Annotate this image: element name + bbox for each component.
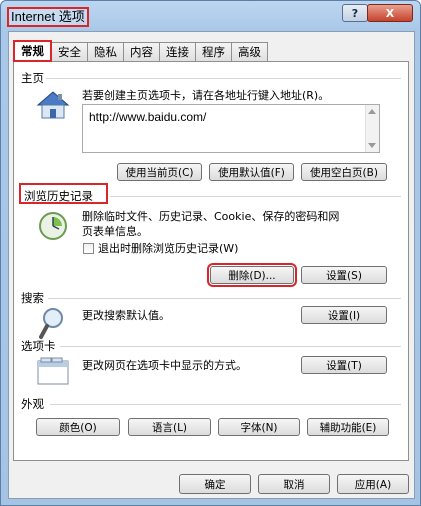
tab-security[interactable]: 安全 (51, 42, 88, 62)
languages-button[interactable]: 语言(L) (128, 418, 211, 436)
tab-privacy[interactable]: 隐私 (87, 42, 124, 62)
url-scrollbar[interactable] (365, 105, 379, 152)
tabs-description: 更改网页在选项卡中显示的方式。 (82, 359, 247, 372)
delete-on-exit-label: 退出时删除浏览历史记录(W) (98, 242, 239, 255)
dialog-client-area: 常规 安全 隐私 内容 连接 程序 高级 主页 若要创建主页选项卡，请在各地址行… (8, 31, 415, 499)
apply-button[interactable]: 应用(A) (337, 474, 409, 494)
history-clock-icon (36, 208, 70, 245)
history-divider (110, 196, 401, 197)
tabs-divider (60, 346, 401, 347)
search-divider (48, 298, 401, 299)
internet-options-window: Internet 选项 ? X 常规 安全 隐私 内容 连接 程序 高级 主页 (0, 0, 421, 506)
title-bar: Internet 选项 ? X (1, 1, 420, 31)
delete-on-exit-checkbox[interactable] (83, 243, 94, 254)
homepage-url-input[interactable]: http://www.baidu.com/ (82, 104, 380, 153)
scroll-up-icon[interactable] (368, 109, 376, 114)
tab-advanced[interactable]: 高级 (231, 42, 268, 62)
homepage-url-value: http://www.baidu.com/ (89, 110, 207, 124)
cancel-button[interactable]: 取消 (258, 474, 330, 494)
colors-button[interactable]: 颜色(O) (36, 418, 120, 436)
tab-content[interactable]: 内容 (123, 42, 160, 62)
history-description: 删除临时文件、历史记录、Cookie、保存的密码和网页表单信息。 (82, 210, 340, 238)
use-current-button[interactable]: 使用当前页(C) (117, 163, 202, 181)
homepage-divider (46, 78, 401, 79)
homepage-description: 若要创建主页选项卡，请在各地址行键入地址(R)。 (82, 89, 330, 102)
tab-strip: 常规 安全 隐私 内容 连接 程序 高级 (13, 40, 268, 62)
search-description: 更改搜索默认值。 (82, 309, 170, 322)
house-icon (36, 90, 70, 123)
history-section-title: 浏览历史记录 (24, 189, 93, 203)
delete-history-button[interactable]: 删除(D)... (207, 263, 297, 287)
appearance-divider (50, 404, 401, 405)
tab-programs[interactable]: 程序 (195, 42, 232, 62)
tabbed-window-icon (36, 356, 70, 389)
accessibility-button[interactable]: 辅助功能(E) (307, 418, 389, 436)
use-default-button[interactable]: 使用默认值(F) (209, 163, 294, 181)
tabs-settings-button[interactable]: 设置(T) (301, 356, 387, 374)
fonts-button[interactable]: 字体(N) (218, 418, 300, 436)
appearance-section-title: 外观 (21, 397, 44, 411)
tab-connections[interactable]: 连接 (159, 42, 196, 62)
homepage-section-title: 主页 (21, 71, 44, 85)
tabs-section-title: 选项卡 (21, 339, 56, 353)
scroll-down-icon[interactable] (368, 143, 376, 148)
history-settings-button[interactable]: 设置(S) (301, 266, 387, 284)
use-blank-button[interactable]: 使用空白页(B) (301, 163, 387, 181)
tab-general[interactable]: 常规 (13, 40, 52, 62)
search-section-title: 搜索 (21, 291, 44, 305)
help-button[interactable]: ? (342, 4, 368, 22)
search-settings-button[interactable]: 设置(I) (301, 306, 387, 324)
window-title: Internet 选项 (7, 7, 89, 27)
close-button[interactable]: X (367, 4, 413, 22)
ok-button[interactable]: 确定 (179, 474, 251, 494)
general-tab-panel: 主页 若要创建主页选项卡，请在各地址行键入地址(R)。 http://www.b… (13, 61, 409, 461)
